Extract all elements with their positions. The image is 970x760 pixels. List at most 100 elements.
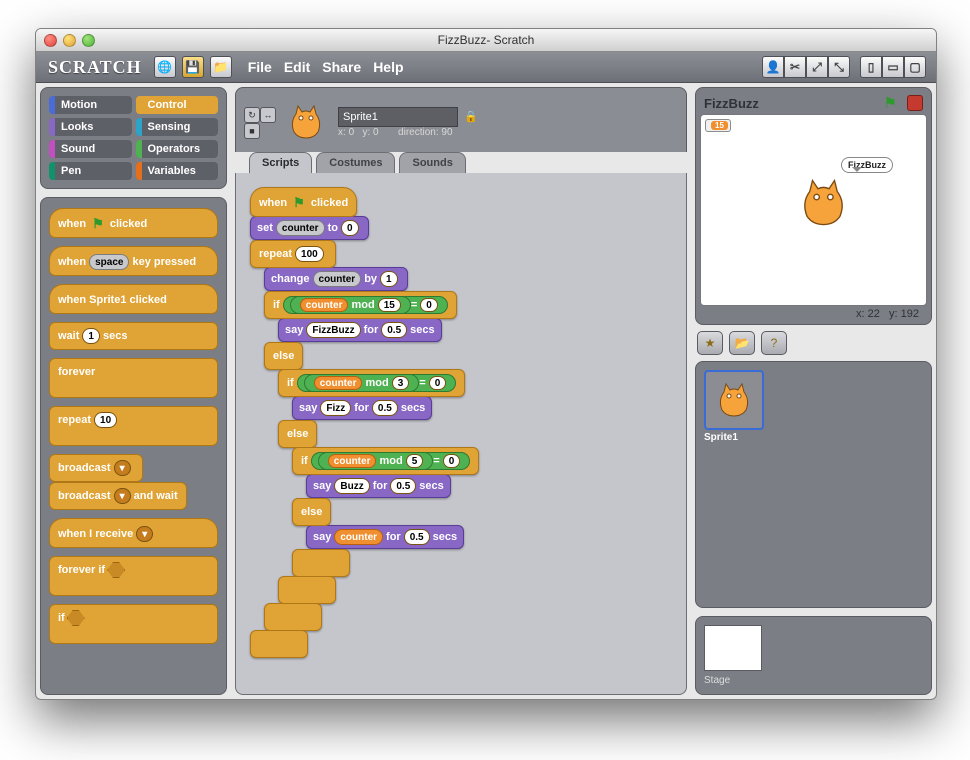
message-dropdown[interactable]: ▾ bbox=[114, 488, 131, 504]
number-input[interactable]: 0.5 bbox=[381, 322, 407, 338]
rotate-free-icon[interactable]: ↻ bbox=[244, 107, 260, 123]
number-input[interactable]: 0 bbox=[420, 298, 438, 312]
number-input[interactable]: 1 bbox=[82, 328, 100, 344]
block-cfoot[interactable] bbox=[278, 576, 336, 604]
block-say-var[interactable]: say counter for 0.5 secs bbox=[306, 525, 464, 549]
block-repeat[interactable]: repeat 10 bbox=[49, 406, 218, 446]
menu-file[interactable]: File bbox=[248, 59, 272, 75]
number-input[interactable]: 3 bbox=[392, 376, 410, 390]
minimize-icon[interactable] bbox=[63, 34, 76, 47]
rotate-none-icon[interactable]: ■ bbox=[244, 123, 260, 139]
stage-thumbnail[interactable] bbox=[704, 625, 762, 671]
block-else[interactable]: else bbox=[292, 498, 331, 526]
stop-button[interactable] bbox=[907, 95, 923, 111]
sprite-item[interactable]: Sprite1 bbox=[704, 370, 764, 599]
stage[interactable]: 15 FizzBuzz bbox=[700, 114, 927, 306]
bool-slot[interactable] bbox=[107, 562, 125, 578]
grow-icon[interactable]: ⤢ bbox=[806, 56, 828, 78]
fizzbuzz-script[interactable]: when ⚑ clicked set counter to 0 repeat 1… bbox=[250, 187, 479, 657]
scripts-canvas[interactable]: when ⚑ clicked set counter to 0 repeat 1… bbox=[235, 173, 687, 695]
tab-scripts[interactable]: Scripts bbox=[249, 152, 312, 173]
number-input[interactable]: 0 bbox=[443, 454, 461, 468]
var-dropdown[interactable]: counter bbox=[313, 271, 362, 287]
number-input[interactable]: 0 bbox=[429, 376, 447, 390]
script-hat[interactable]: when ⚑ clicked bbox=[250, 187, 357, 217]
block-when-key[interactable]: when space key pressed bbox=[49, 246, 218, 276]
category-sensing[interactable]: Sensing bbox=[136, 118, 219, 136]
text-input[interactable]: FizzBuzz bbox=[306, 322, 360, 338]
scissors-icon[interactable]: ✂ bbox=[784, 56, 806, 78]
green-flag-button[interactable]: ⚑ bbox=[884, 94, 897, 112]
palette-block-list[interactable]: when ⚑ clicked when space key pressed wh… bbox=[40, 197, 227, 695]
message-dropdown[interactable]: ▾ bbox=[114, 460, 131, 476]
paint-sprite-icon[interactable]: ★ bbox=[697, 331, 723, 355]
var-reporter[interactable]: counter bbox=[328, 454, 377, 468]
category-motion[interactable]: Motion bbox=[49, 96, 132, 114]
surprise-sprite-icon[interactable]: ? bbox=[761, 331, 787, 355]
block-say[interactable]: say Buzz for 0.5 secs bbox=[306, 474, 451, 498]
message-dropdown[interactable]: ▾ bbox=[136, 526, 153, 542]
block-when-receive[interactable]: when I receive ▾ bbox=[49, 518, 218, 548]
globe-icon[interactable]: 🌐 bbox=[154, 56, 176, 78]
block-cfoot[interactable] bbox=[264, 603, 322, 631]
number-input[interactable]: 5 bbox=[406, 454, 424, 468]
menu-share[interactable]: Share bbox=[322, 59, 361, 75]
category-operators[interactable]: Operators bbox=[136, 140, 219, 158]
zoom-icon[interactable] bbox=[82, 34, 95, 47]
close-icon[interactable] bbox=[44, 34, 57, 47]
normal-stage-icon[interactable]: ▭ bbox=[882, 56, 904, 78]
block-if[interactable]: if counter mod 3 = 0 bbox=[278, 369, 465, 397]
shrink-icon[interactable]: ⤡ bbox=[828, 56, 850, 78]
block-if[interactable]: if counter mod 15 = 0 bbox=[264, 291, 457, 319]
category-looks[interactable]: Looks bbox=[49, 118, 132, 136]
stamp-icon[interactable]: 👤 bbox=[762, 56, 784, 78]
block-change-var[interactable]: change counter by 1 bbox=[264, 267, 408, 291]
block-when-sprite[interactable]: when Sprite1 clicked bbox=[49, 284, 218, 314]
number-input[interactable]: 0 bbox=[341, 220, 359, 236]
block-else[interactable]: else bbox=[264, 342, 303, 370]
equals-op[interactable]: counter mod 5 = 0 bbox=[311, 452, 470, 470]
stage-sprite[interactable] bbox=[796, 175, 851, 235]
small-stage-icon[interactable]: ▯ bbox=[860, 56, 882, 78]
number-input[interactable]: 1 bbox=[380, 271, 398, 287]
rotate-lr-icon[interactable]: ↔ bbox=[260, 107, 276, 123]
block-broadcast[interactable]: broadcast ▾ bbox=[49, 454, 143, 482]
bool-slot[interactable] bbox=[67, 610, 85, 626]
stage-thumb-panel[interactable]: Stage bbox=[695, 616, 932, 695]
category-variables[interactable]: Variables bbox=[136, 162, 219, 180]
block-say[interactable]: say Fizz for 0.5 secs bbox=[292, 396, 432, 420]
mod-op[interactable]: counter mod 15 bbox=[290, 296, 411, 314]
menu-help[interactable]: Help bbox=[373, 59, 403, 75]
variable-watcher[interactable]: 15 bbox=[705, 119, 731, 132]
block-else[interactable]: else bbox=[278, 420, 317, 448]
mod-op[interactable]: counter mod 5 bbox=[318, 452, 433, 470]
number-input[interactable]: 0.5 bbox=[390, 478, 416, 494]
sprite-name-input[interactable] bbox=[338, 107, 458, 127]
key-dropdown[interactable]: space bbox=[89, 254, 129, 270]
block-repeat[interactable]: repeat 100 bbox=[250, 240, 336, 268]
text-input[interactable]: Fizz bbox=[320, 400, 351, 416]
block-when-flag[interactable]: when ⚑ clicked bbox=[49, 208, 218, 238]
block-forever-if[interactable]: forever if bbox=[49, 556, 218, 596]
var-reporter[interactable]: counter bbox=[334, 529, 383, 545]
tab-costumes[interactable]: Costumes bbox=[316, 152, 395, 173]
mod-op[interactable]: counter mod 3 bbox=[304, 374, 419, 392]
number-input[interactable]: 100 bbox=[295, 246, 324, 262]
var-reporter[interactable]: counter bbox=[314, 376, 363, 390]
save-icon[interactable]: 💾 bbox=[182, 56, 204, 78]
lock-icon[interactable]: 🔒 bbox=[464, 110, 478, 123]
block-forever[interactable]: forever bbox=[49, 358, 218, 398]
category-pen[interactable]: Pen bbox=[49, 162, 132, 180]
var-dropdown[interactable]: counter bbox=[276, 220, 325, 236]
text-input[interactable]: Buzz bbox=[334, 478, 369, 494]
block-cfoot[interactable] bbox=[292, 549, 350, 577]
block-if[interactable]: if counter mod 5 = 0 bbox=[292, 447, 479, 475]
block-broadcast-wait[interactable]: broadcast ▾ and wait bbox=[49, 482, 187, 510]
number-input[interactable]: 0.5 bbox=[404, 529, 430, 545]
category-sound[interactable]: Sound bbox=[49, 140, 132, 158]
block-wait[interactable]: wait 1 secs bbox=[49, 322, 218, 350]
var-reporter[interactable]: counter bbox=[300, 298, 349, 312]
number-input[interactable]: 0.5 bbox=[372, 400, 398, 416]
block-say[interactable]: say FizzBuzz for 0.5 secs bbox=[278, 318, 442, 342]
menu-edit[interactable]: Edit bbox=[284, 59, 310, 75]
